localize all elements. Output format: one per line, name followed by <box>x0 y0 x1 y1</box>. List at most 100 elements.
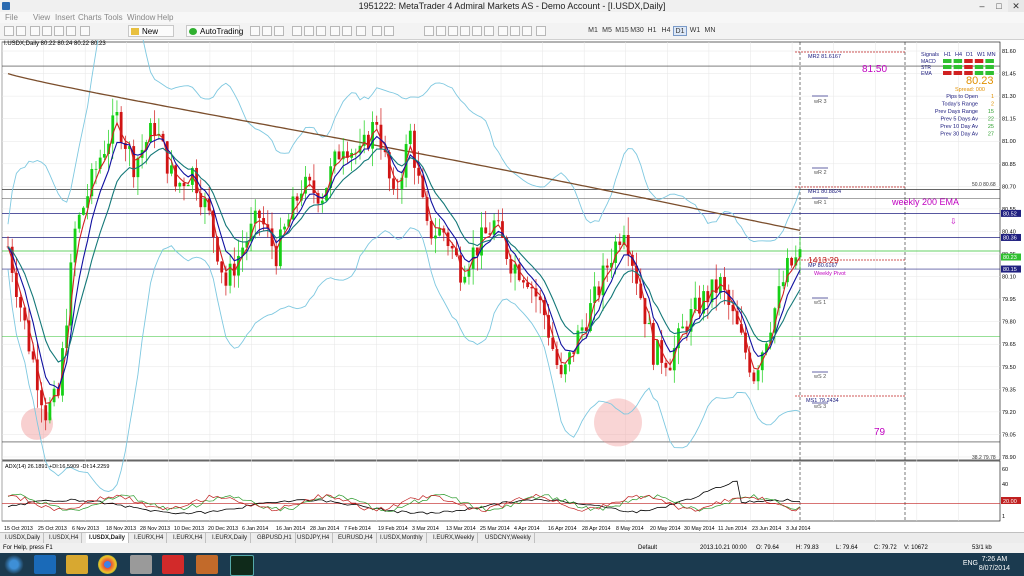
minimize-button[interactable]: ‒ <box>974 0 990 12</box>
candle-body[interactable] <box>434 235 437 239</box>
chrome-icon[interactable] <box>98 555 117 574</box>
candle-body[interactable] <box>224 272 228 286</box>
explorer-icon[interactable] <box>66 555 88 574</box>
candle-body[interactable] <box>295 196 299 201</box>
start-button-icon[interactable] <box>4 555 24 574</box>
tf-mn[interactable]: MN <box>703 26 717 36</box>
candle-body[interactable] <box>522 280 525 283</box>
ie-icon[interactable] <box>34 555 56 574</box>
horizontal-line-icon[interactable] <box>460 26 470 36</box>
tab-gbpusd-h1[interactable]: GBPUSD,H1 <box>254 533 296 543</box>
candlestick-icon[interactable] <box>262 26 272 36</box>
candle-body[interactable] <box>756 370 760 382</box>
tab-usdjpy-h4[interactable]: USDJPY,H4 <box>294 533 334 543</box>
menu-tools[interactable]: Tools <box>104 12 123 23</box>
app-icon-gray[interactable] <box>130 555 152 574</box>
arrows-tool-icon[interactable] <box>536 26 546 36</box>
candle-body[interactable] <box>484 227 488 234</box>
zoom-in-icon[interactable] <box>292 26 302 36</box>
candle-body[interactable] <box>392 178 395 189</box>
candle-body[interactable] <box>798 249 802 258</box>
tf-d1[interactable]: D1 <box>673 26 687 36</box>
tf-w1[interactable]: W1 <box>688 26 702 36</box>
candle-body[interactable] <box>333 151 337 167</box>
chart-window[interactable]: I.USDX,Daily 80.22 80.24 80.22 80.23 81.… <box>0 0 1024 532</box>
tf-m30[interactable]: M30 <box>630 26 644 36</box>
tf-m1[interactable]: M1 <box>586 26 600 36</box>
autoscroll-icon[interactable] <box>342 26 352 36</box>
market-watch-icon[interactable] <box>30 26 40 36</box>
candle-body[interactable] <box>170 165 173 174</box>
candle-body[interactable] <box>413 130 416 168</box>
fibonacci-icon[interactable] <box>498 26 508 36</box>
trendline-icon[interactable] <box>472 26 482 36</box>
tf-m5[interactable]: M5 <box>600 26 614 36</box>
text-tool-icon[interactable] <box>510 26 520 36</box>
data-window-icon[interactable] <box>42 26 52 36</box>
candle-body[interactable] <box>337 151 341 160</box>
price-chart[interactable]: 81.50 79 weekly 200 EMA ⇩ 1413:29 MR2 81… <box>0 0 1024 532</box>
candle-body[interactable] <box>220 261 224 273</box>
candle-body[interactable] <box>48 402 52 421</box>
tab-eurx-weekly[interactable]: I.EURX,Weekly <box>430 533 479 543</box>
tab-eurx-daily[interactable]: I.EURX,Daily <box>209 533 252 543</box>
candle-body[interactable] <box>44 405 48 421</box>
menu-help[interactable]: Help <box>157 12 173 23</box>
candle-body[interactable] <box>102 154 106 158</box>
terminal-icon[interactable] <box>66 26 76 36</box>
chart-shift-icon[interactable] <box>330 26 340 36</box>
tile-windows-icon[interactable] <box>316 26 326 36</box>
candle-body[interactable] <box>605 265 609 268</box>
close-button[interactable]: ✕ <box>1008 0 1024 12</box>
zoom-out-icon[interactable] <box>304 26 314 36</box>
cursor-icon[interactable] <box>424 26 434 36</box>
metatrader-taskbar-icon[interactable] <box>230 555 254 576</box>
new-chart-icon[interactable] <box>4 26 14 36</box>
candle-body[interactable] <box>278 229 282 267</box>
tab-eurx-h4-2[interactable]: I.EURX,H4 <box>170 533 207 543</box>
candle-body[interactable] <box>203 198 207 208</box>
candle-body[interactable] <box>119 111 123 143</box>
candle-body[interactable] <box>459 255 462 283</box>
status-profile[interactable]: Default <box>638 543 657 553</box>
candle-body[interactable] <box>186 184 190 187</box>
line-chart-icon[interactable] <box>274 26 284 36</box>
menu-window[interactable]: Window <box>127 12 155 23</box>
candle-body[interactable] <box>450 246 454 249</box>
maximize-button[interactable]: □ <box>991 0 1007 12</box>
bar-chart-icon[interactable] <box>250 26 260 36</box>
candle-body[interactable] <box>182 182 186 187</box>
candle-body[interactable] <box>668 367 672 371</box>
label-tool-icon[interactable] <box>522 26 532 36</box>
candle-body[interactable] <box>593 286 597 304</box>
candle-body[interactable] <box>513 264 517 274</box>
crosshair-icon[interactable] <box>436 26 446 36</box>
candle-body[interactable] <box>82 207 85 215</box>
candlesticks[interactable] <box>6 98 802 431</box>
candle-body[interactable] <box>77 214 81 229</box>
candle-body[interactable] <box>258 210 261 219</box>
candle-body[interactable] <box>681 326 685 329</box>
candle-body[interactable] <box>580 327 584 331</box>
periods-icon[interactable] <box>372 26 382 36</box>
candle-body[interactable] <box>178 182 182 187</box>
tf-h4[interactable]: H4 <box>659 26 673 36</box>
navigator-icon[interactable] <box>54 26 64 36</box>
candle-body[interactable] <box>283 226 286 230</box>
menu-file[interactable]: File <box>5 12 18 23</box>
candle-body[interactable] <box>253 210 257 224</box>
tf-m15[interactable]: M15 <box>615 26 629 36</box>
tf-h1[interactable]: H1 <box>645 26 659 36</box>
tab-usdcny-weekly[interactable]: USDCNY,Weekly <box>482 533 535 543</box>
candle-body[interactable] <box>781 282 785 287</box>
channel-icon[interactable] <box>484 26 494 36</box>
candle-body[interactable] <box>375 122 379 125</box>
clock[interactable]: 7:26 AM 8/07/2014 <box>979 555 1010 573</box>
tab-eurusd-h4[interactable]: EURUSD,H4 <box>335 533 377 543</box>
tab-usdx-daily-1[interactable]: I.USDX,Daily <box>2 533 45 543</box>
tab-usdx-monthly[interactable]: I.USDX,Monthly <box>377 533 427 543</box>
tab-usdx-h4[interactable]: I.USDX,H4 <box>46 533 83 543</box>
indicators-icon[interactable] <box>356 26 366 36</box>
candle-body[interactable] <box>463 276 467 283</box>
candle-body[interactable] <box>651 322 655 365</box>
